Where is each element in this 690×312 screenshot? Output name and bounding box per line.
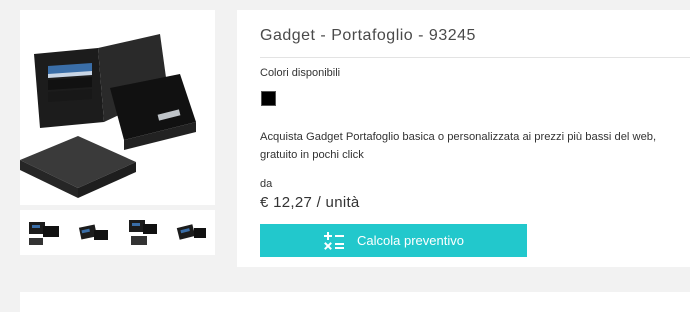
product-main-image — [20, 10, 215, 205]
colors-label: Colori disponibili — [260, 67, 341, 79]
calculator-icon — [323, 231, 345, 251]
thumbnail-strip — [20, 210, 215, 255]
quote-button-label: Calcola preventivo — [357, 233, 464, 248]
next-section-card — [20, 292, 690, 312]
quote-button[interactable]: Calcola preventivo — [260, 224, 527, 257]
color-swatch-black[interactable] — [261, 91, 276, 106]
thumbnail-4[interactable] — [172, 216, 210, 250]
description-line-1: Acquista Gadget Portafoglio basica o per… — [260, 131, 657, 143]
product-description: Acquista Gadget Portafoglio basica o per… — [260, 128, 690, 164]
thumbnail-2[interactable] — [74, 216, 112, 250]
title-divider — [260, 57, 690, 58]
product-info-panel: Gadget - Portafoglio - 93245 Colori disp… — [237, 10, 690, 267]
wallet-illustration — [20, 34, 196, 198]
description-line-2: gratuito in pochi click — [260, 149, 364, 161]
product-title: Gadget - Portafoglio - 93245 — [260, 27, 476, 44]
price-value: € 12,27 / unità — [260, 194, 360, 211]
thumbnail-1[interactable] — [25, 216, 63, 250]
thumbnail-3[interactable] — [123, 216, 161, 250]
price-from-label: da — [260, 178, 273, 190]
